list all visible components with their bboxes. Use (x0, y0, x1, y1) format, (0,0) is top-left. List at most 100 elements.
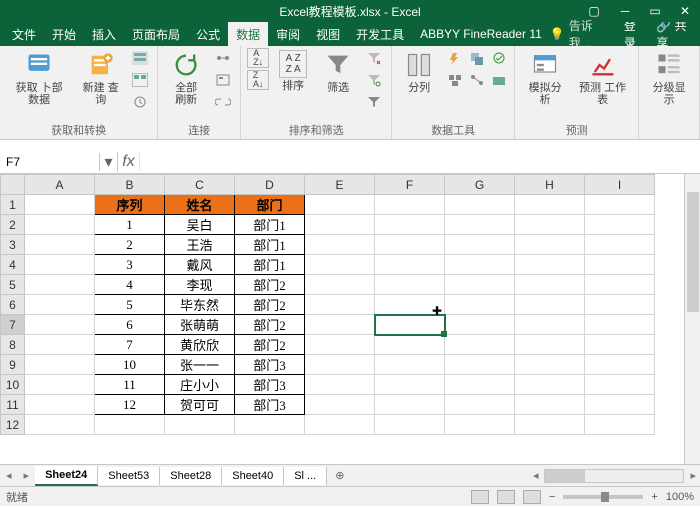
outline-button[interactable]: 分级显示 (645, 48, 693, 108)
show-queries-icon[interactable] (129, 48, 151, 68)
cell[interactable]: 吴白 (165, 215, 235, 235)
text-to-columns-button[interactable]: 分列 (398, 48, 440, 96)
whatif-button[interactable]: 模拟分析 (521, 48, 569, 108)
cell[interactable]: 庄小小 (165, 375, 235, 395)
tell-me[interactable]: 告诉我... (569, 17, 612, 51)
from-table-icon[interactable] (129, 70, 151, 90)
refresh-all-button[interactable]: 全部刷新 (164, 48, 208, 108)
col-header[interactable]: E (305, 175, 375, 195)
sheet-tab[interactable]: Sheet53 (98, 467, 160, 485)
consolidate-icon[interactable] (444, 70, 466, 90)
new-query-button[interactable]: 新建 查询 (76, 48, 125, 108)
horizontal-scrollbar[interactable] (544, 469, 684, 483)
col-header[interactable]: C (165, 175, 235, 195)
formula-input[interactable] (140, 153, 700, 171)
recent-sources-icon[interactable] (129, 92, 151, 112)
relationships-icon[interactable] (466, 70, 488, 90)
row-header[interactable]: 4 (1, 255, 25, 275)
cell[interactable]: 4 (95, 275, 165, 295)
sheet-nav-next-icon[interactable]: ▸ (18, 469, 36, 482)
cell[interactable]: 王浩 (165, 235, 235, 255)
row-header[interactable]: 3 (1, 235, 25, 255)
maximize-icon[interactable]: ▭ (640, 0, 670, 22)
sort-button[interactable]: A ZZ A排序 (273, 48, 313, 94)
get-external-data-button[interactable]: 获取 卜部数据 (6, 48, 72, 108)
data-validation-icon[interactable] (488, 48, 510, 68)
row-header[interactable]: 9 (1, 355, 25, 375)
table-header[interactable]: 序列 (95, 195, 165, 215)
cell[interactable]: 6 (95, 315, 165, 335)
sheet-tab[interactable]: Sheet24 (35, 466, 98, 486)
zoom-level[interactable]: 100% (666, 491, 694, 503)
close-icon[interactable]: ✕ (670, 0, 700, 22)
cell[interactable]: 张一一 (165, 355, 235, 375)
view-break-icon[interactable] (523, 490, 541, 504)
cell[interactable]: 1 (95, 215, 165, 235)
tab-data[interactable]: 数据 (228, 22, 268, 47)
advanced-filter-icon[interactable] (363, 92, 385, 112)
row-header[interactable]: 12 (1, 415, 25, 435)
minimize-icon[interactable]: ─ (610, 0, 640, 22)
cell[interactable]: 部门3 (235, 375, 305, 395)
col-header[interactable]: I (585, 175, 655, 195)
worksheet-grid[interactable]: A B C D E F G H I 1序列姓名部门 21吴白部门1 32王浩部门… (0, 174, 684, 464)
cell[interactable]: 3 (95, 255, 165, 275)
properties-icon[interactable] (212, 70, 234, 90)
remove-dup-icon[interactable] (466, 48, 488, 68)
edit-links-icon[interactable] (212, 92, 234, 112)
row-header[interactable]: 2 (1, 215, 25, 235)
cell[interactable]: 2 (95, 235, 165, 255)
col-header[interactable]: A (25, 175, 95, 195)
tab-file[interactable]: 文件 (4, 22, 44, 47)
cell[interactable]: 10 (95, 355, 165, 375)
cell[interactable]: 李现 (165, 275, 235, 295)
cell[interactable]: 戴风 (165, 255, 235, 275)
tab-formula[interactable]: 公式 (188, 22, 228, 47)
clear-filter-icon[interactable] (363, 48, 385, 68)
tab-abbyy[interactable]: ABBYY FineReader 11 (412, 23, 550, 45)
col-header[interactable]: H (515, 175, 585, 195)
cell[interactable]: 贺可可 (165, 395, 235, 415)
cell[interactable]: 部门3 (235, 395, 305, 415)
sheet-tab[interactable]: Sheet28 (160, 467, 222, 485)
cell[interactable]: 11 (95, 375, 165, 395)
cell[interactable]: 毕东然 (165, 295, 235, 315)
sort-desc-icon[interactable]: ZA↓ (247, 70, 269, 90)
cell[interactable]: 部门1 (235, 215, 305, 235)
filter-button[interactable]: 筛选 (317, 48, 359, 96)
row-header[interactable]: 5 (1, 275, 25, 295)
scroll-left-icon[interactable]: ◂ (533, 469, 539, 482)
row-header[interactable]: 11 (1, 395, 25, 415)
select-all-corner[interactable] (1, 175, 25, 195)
cell[interactable]: 部门1 (235, 235, 305, 255)
add-sheet-icon[interactable]: ⊕ (327, 469, 352, 482)
active-cell[interactable] (375, 315, 445, 335)
cell[interactable]: 部门2 (235, 335, 305, 355)
name-box-dropdown-icon[interactable]: ▾ (100, 152, 118, 172)
name-box[interactable] (0, 153, 100, 171)
cell[interactable]: 部门2 (235, 295, 305, 315)
tab-dev[interactable]: 开发工具 (348, 22, 412, 47)
reapply-icon[interactable] (363, 70, 385, 90)
cell[interactable]: 7 (95, 335, 165, 355)
sort-asc-icon[interactable]: AZ↓ (247, 48, 269, 68)
flash-fill-icon[interactable] (444, 48, 466, 68)
row-header[interactable]: 6 (1, 295, 25, 315)
scroll-right-icon[interactable]: ▸ (690, 469, 696, 482)
row-header[interactable]: 1 (1, 195, 25, 215)
cell[interactable]: 部门1 (235, 255, 305, 275)
tab-insert[interactable]: 插入 (84, 22, 124, 47)
row-header[interactable]: 8 (1, 335, 25, 355)
col-header[interactable]: B (95, 175, 165, 195)
sheet-tab[interactable]: Sl ... (284, 467, 327, 485)
row-header[interactable]: 7 (1, 315, 25, 335)
vertical-scrollbar[interactable] (684, 174, 700, 464)
cell[interactable]: 部门3 (235, 355, 305, 375)
zoom-slider[interactable] (563, 495, 643, 499)
tab-review[interactable]: 审阅 (268, 22, 308, 47)
cell[interactable]: 12 (95, 395, 165, 415)
row-header[interactable]: 10 (1, 375, 25, 395)
col-header[interactable]: D (235, 175, 305, 195)
view-normal-icon[interactable] (471, 490, 489, 504)
fx-icon[interactable]: fx (118, 153, 140, 171)
